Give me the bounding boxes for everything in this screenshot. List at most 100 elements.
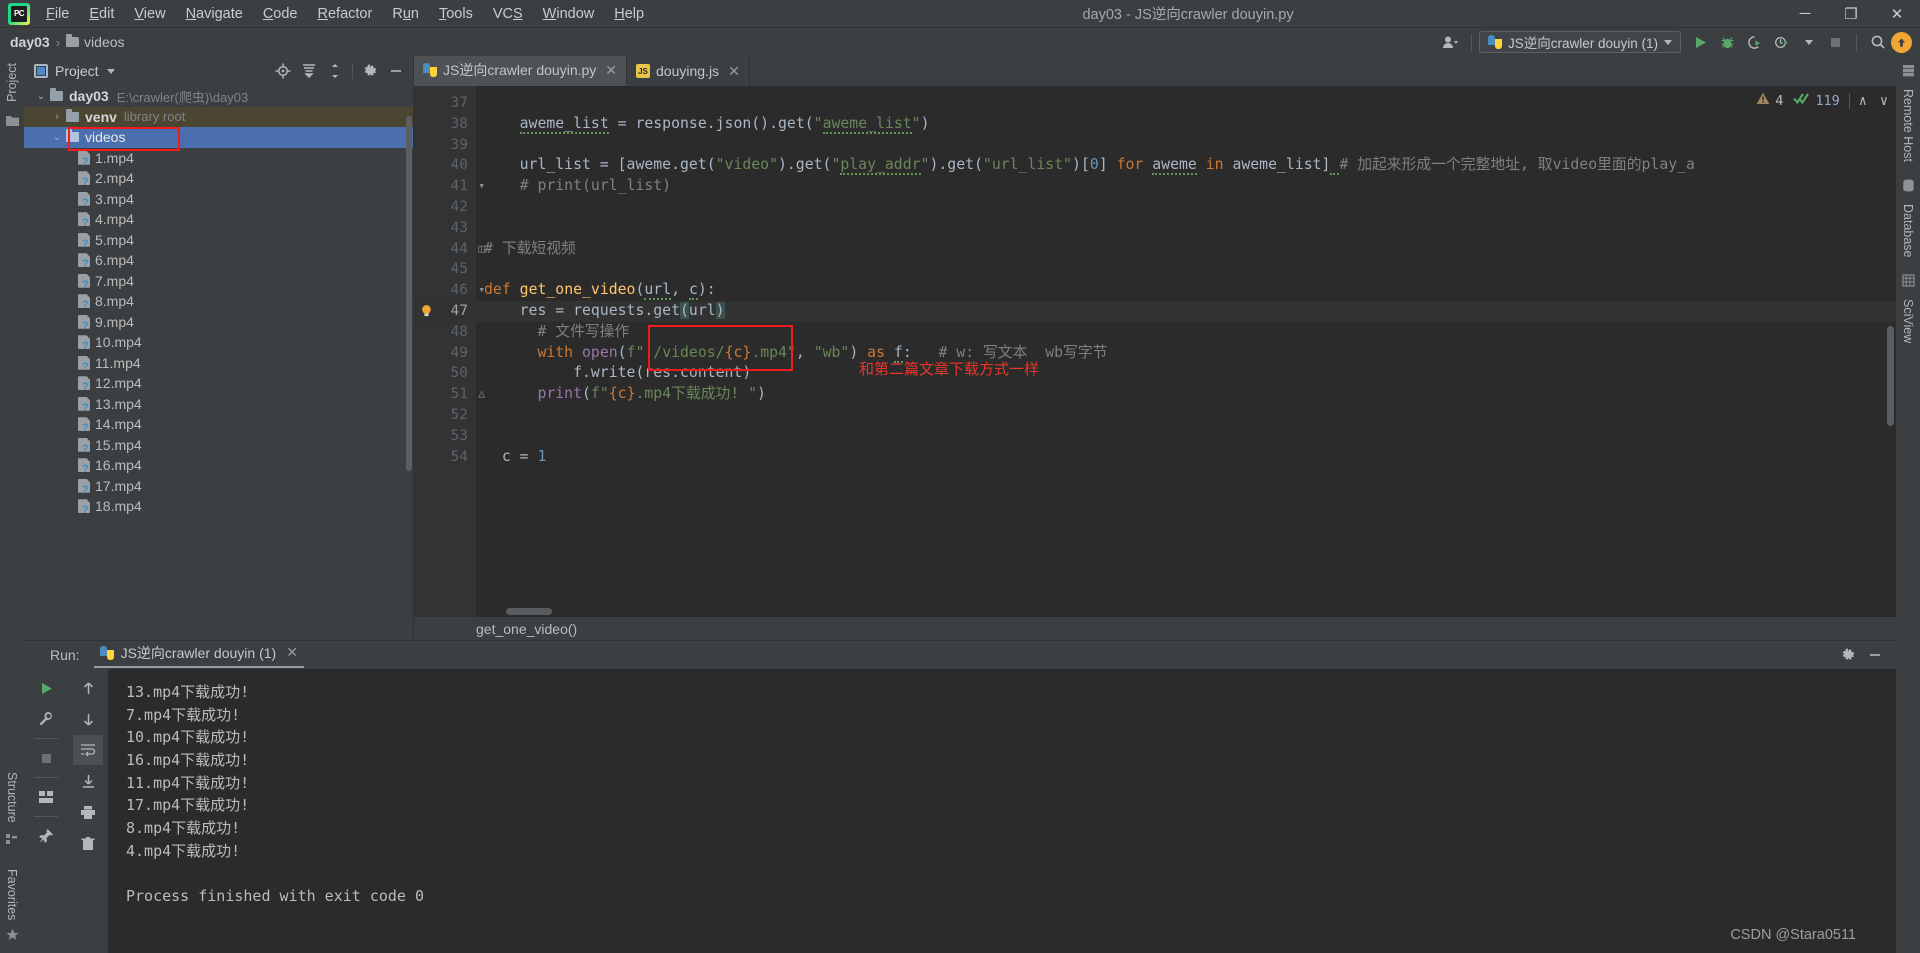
- menu-file[interactable]: File: [36, 2, 79, 26]
- tree-node-file[interactable]: 17.mp4: [24, 476, 413, 497]
- tree-node-file[interactable]: 6.mp4: [24, 250, 413, 271]
- run-configuration-selector[interactable]: JS逆向crawler douyin (1): [1478, 31, 1681, 53]
- project-pane-title: Project: [55, 63, 99, 79]
- tab-js-crawler-douyin-py[interactable]: JS逆向crawler douyin.py ✕: [414, 56, 628, 86]
- trash-icon[interactable]: [73, 828, 103, 858]
- tool-window-project[interactable]: Project: [5, 56, 19, 109]
- expand-icon[interactable]: [322, 58, 348, 84]
- tree-node-file[interactable]: 9.mp4: [24, 312, 413, 333]
- tree-node-file[interactable]: 12.mp4: [24, 373, 413, 394]
- pycharm-logo-icon: [8, 2, 30, 25]
- print-icon[interactable]: [73, 797, 103, 827]
- editor-structure-breadcrumb[interactable]: get_one_video(): [414, 617, 1896, 640]
- menu-run[interactable]: Run: [382, 2, 429, 26]
- tree-node-file[interactable]: 8.mp4: [24, 291, 413, 312]
- debug-button[interactable]: [1714, 28, 1741, 56]
- chevron-down-icon[interactable]: ⌄: [50, 132, 64, 143]
- down-icon[interactable]: [73, 704, 103, 734]
- tree-node-videos[interactable]: ⌄ videos: [24, 127, 413, 148]
- next-problem-icon[interactable]: ∨: [1880, 93, 1888, 109]
- run-with-coverage-button[interactable]: [1741, 28, 1768, 56]
- tab-douying-js[interactable]: douying.js ✕: [627, 56, 750, 86]
- up-icon[interactable]: [73, 673, 103, 703]
- close-icon[interactable]: ✕: [605, 62, 617, 79]
- tree-node-file[interactable]: 4.mp4: [24, 209, 413, 230]
- run-button[interactable]: [1687, 28, 1714, 56]
- tool-window-structure[interactable]: Structure: [5, 765, 19, 830]
- hide-panel-icon[interactable]: [1861, 641, 1888, 669]
- breadcrumb-folder[interactable]: videos: [66, 34, 125, 50]
- search-icon[interactable]: [1864, 28, 1891, 56]
- tool-window-sciview[interactable]: SciView: [1901, 292, 1915, 350]
- chevron-right-icon[interactable]: ›: [50, 111, 64, 122]
- close-button[interactable]: ✕: [1874, 0, 1920, 28]
- python-icon: [99, 645, 114, 660]
- chevron-down-icon[interactable]: [106, 68, 115, 74]
- menu-code[interactable]: Code: [253, 2, 308, 26]
- close-icon[interactable]: ✕: [286, 644, 298, 661]
- tool-window-database[interactable]: Database: [1901, 197, 1915, 265]
- update-icon[interactable]: [1891, 31, 1912, 53]
- menu-navigate[interactable]: Navigate: [176, 2, 253, 26]
- tree-node-hint: library root: [123, 109, 186, 125]
- code-text[interactable]: aweme_list = response.json().get("aweme_…: [476, 86, 1896, 617]
- inspection-widget[interactable]: 4 119 ∧ ∨: [1756, 92, 1888, 109]
- intention-bulb-icon[interactable]: [420, 304, 433, 318]
- menu-vcs[interactable]: VCS: [483, 2, 533, 26]
- close-icon[interactable]: ✕: [728, 63, 740, 80]
- tree-node-file[interactable]: 11.mp4: [24, 353, 413, 374]
- profile-button[interactable]: [1768, 28, 1795, 56]
- stop-button[interactable]: [1822, 28, 1849, 56]
- wrench-icon[interactable]: [31, 704, 61, 734]
- gear-icon[interactable]: [357, 58, 383, 84]
- minimize-button[interactable]: ─: [1782, 0, 1828, 28]
- tree-node-day03[interactable]: ⌄ day03 E:\crawler(爬虫)\day03: [24, 86, 413, 107]
- rerun-icon[interactable]: [31, 673, 61, 703]
- breadcrumb-project[interactable]: day03: [10, 34, 50, 50]
- project-tree[interactable]: ⌄ day03 E:\crawler(爬虫)\day03 › venv libr…: [24, 86, 413, 640]
- console-output[interactable]: 13.mp4下载成功! 7.mp4下载成功! 10.mp4下载成功! 16.mp4下载…: [108, 669, 1896, 953]
- tree-node-label: 5.mp4: [95, 231, 134, 248]
- layout-icon[interactable]: [31, 782, 61, 812]
- tool-window-favorites[interactable]: Favorites: [5, 862, 19, 927]
- tree-node-file[interactable]: 7.mp4: [24, 271, 413, 292]
- scroll-to-end-icon[interactable]: [73, 766, 103, 796]
- tree-node-venv[interactable]: › venv library root: [24, 106, 413, 127]
- tree-node-label: 17.mp4: [95, 477, 142, 494]
- gear-icon[interactable]: [1834, 641, 1861, 669]
- tree-node-file[interactable]: 3.mp4: [24, 189, 413, 210]
- menu-refactor[interactable]: Refactor: [308, 2, 383, 26]
- run-tab[interactable]: JS逆向crawler douyin (1) ✕: [93, 643, 304, 668]
- tree-node-file[interactable]: 14.mp4: [24, 414, 413, 435]
- video-file-icon: [78, 233, 90, 250]
- user-icon[interactable]: [1437, 28, 1464, 56]
- locate-icon[interactable]: [270, 58, 296, 84]
- collapse-all-icon[interactable]: [296, 58, 322, 84]
- tree-node-file[interactable]: 5.mp4: [24, 230, 413, 251]
- tree-node-file[interactable]: 13.mp4: [24, 394, 413, 415]
- tree-node-file[interactable]: 2.mp4: [24, 168, 413, 189]
- project-scrollbar[interactable]: [406, 116, 412, 471]
- tool-window-remote-host[interactable]: Remote Host: [1901, 82, 1915, 169]
- pin-icon[interactable]: [31, 821, 61, 851]
- run-tool-window: Run: JS逆向crawler douyin (1) ✕ 13.mp4下载成功…: [24, 640, 1896, 953]
- tree-node-file[interactable]: 10.mp4: [24, 332, 413, 353]
- tree-node-file[interactable]: 16.mp4: [24, 455, 413, 476]
- editor-horizontal-scrollbar[interactable]: [506, 608, 552, 615]
- code-view[interactable]: 37 38 39 40 41 ▾ 42 43 44 ◫ 45 46 ▾ 47 4…: [414, 86, 1896, 617]
- prev-problem-icon[interactable]: ∧: [1859, 93, 1867, 109]
- menu-tools[interactable]: Tools: [429, 2, 483, 26]
- tree-node-file[interactable]: 18.mp4: [24, 496, 413, 517]
- tree-node-file[interactable]: 1.mp4: [24, 148, 413, 169]
- chevron-down-icon[interactable]: ⌄: [34, 91, 48, 102]
- stop-icon[interactable]: [31, 743, 61, 773]
- maximize-button[interactable]: ❐: [1828, 0, 1874, 28]
- menu-edit[interactable]: Edit: [79, 2, 124, 26]
- soft-wrap-icon[interactable]: [73, 735, 103, 765]
- editor-vertical-scrollbar[interactable]: [1887, 326, 1894, 426]
- profile-dropdown-icon[interactable]: [1795, 28, 1822, 56]
- tree-node-file[interactable]: 15.mp4: [24, 435, 413, 456]
- hide-panel-icon[interactable]: [383, 58, 409, 84]
- menu-view[interactable]: View: [124, 2, 175, 26]
